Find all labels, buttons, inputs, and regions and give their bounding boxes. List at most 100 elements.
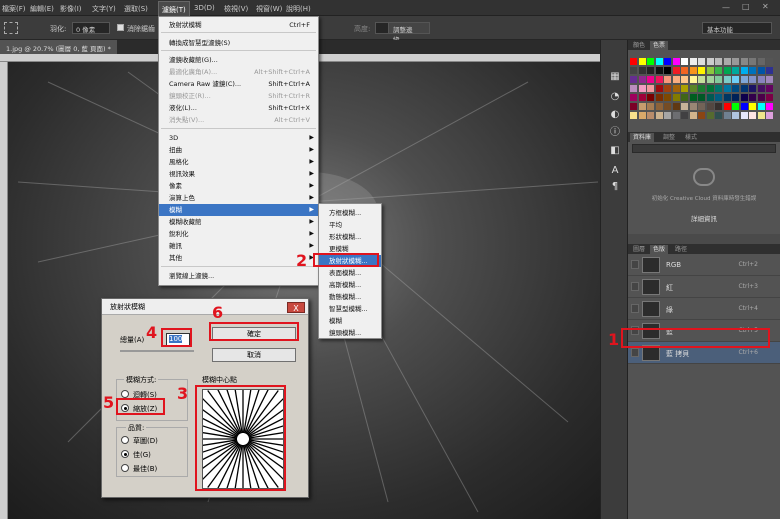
color-swatch[interactable] xyxy=(749,103,756,110)
channel-row[interactable]: RGB Ctrl+2 xyxy=(628,254,780,276)
color-swatch[interactable] xyxy=(672,112,680,119)
color-swatch[interactable] xyxy=(732,103,739,110)
color-swatch[interactable] xyxy=(732,58,739,65)
color-swatch[interactable] xyxy=(672,94,680,101)
radio-spin[interactable] xyxy=(121,390,129,398)
color-swatch[interactable] xyxy=(757,85,765,92)
filter-menu-item[interactable]: 3D ▶ xyxy=(159,132,318,144)
color-swatch[interactable] xyxy=(664,94,671,101)
color-swatch[interactable] xyxy=(749,67,756,74)
navigator-icon[interactable]: ◔ xyxy=(607,90,623,104)
color-swatch[interactable] xyxy=(766,103,773,110)
color-swatch[interactable] xyxy=(732,85,739,92)
color-swatch[interactable] xyxy=(689,76,697,83)
menu-file[interactable]: 檔案(F) xyxy=(2,4,26,14)
color-swatch[interactable] xyxy=(638,103,646,110)
menu-select[interactable]: 選取(S) xyxy=(124,4,148,14)
color-swatch[interactable] xyxy=(740,76,748,83)
color-swatch[interactable] xyxy=(681,112,688,119)
cc-more-info-link[interactable]: 詳細資訊 xyxy=(628,213,780,223)
color-swatch[interactable] xyxy=(706,76,714,83)
color-swatch[interactable] xyxy=(638,76,646,83)
color-swatch[interactable] xyxy=(715,76,722,83)
color-swatch[interactable] xyxy=(672,67,680,74)
tab-channels[interactable]: 色版 xyxy=(650,245,669,254)
color-swatch[interactable] xyxy=(749,94,756,101)
filter-menu-item[interactable]: 瀏覽線上濾鏡... xyxy=(159,270,318,282)
color-swatch[interactable] xyxy=(732,94,739,101)
color-swatch[interactable] xyxy=(698,85,705,92)
history-icon[interactable]: ▦ xyxy=(607,70,623,84)
color-swatch[interactable] xyxy=(749,76,756,83)
color-swatch[interactable] xyxy=(715,112,722,119)
menu-window[interactable]: 視窗(W) xyxy=(256,4,282,14)
filter-menu-item[interactable]: 濾鏡收藏館(G)... xyxy=(159,54,318,66)
color-swatch[interactable] xyxy=(766,85,773,92)
color-swatch[interactable] xyxy=(647,85,654,92)
blur-submenu-item[interactable]: 智慧型模糊... xyxy=(319,303,381,315)
color-swatch[interactable] xyxy=(715,85,722,92)
color-swatch[interactable] xyxy=(630,85,637,92)
tab-color[interactable]: 顏色 xyxy=(630,41,648,50)
filter-menu-item[interactable]: 其他 ▶ xyxy=(159,252,318,264)
color-swatch[interactable] xyxy=(655,112,663,119)
blur-submenu-item[interactable]: 模糊 xyxy=(319,315,381,327)
color-swatch[interactable] xyxy=(647,58,654,65)
color-swatch[interactable] xyxy=(715,58,722,65)
color-swatch[interactable] xyxy=(740,58,748,65)
color-swatch[interactable] xyxy=(766,94,773,101)
color-swatch[interactable] xyxy=(698,76,705,83)
color-swatch[interactable] xyxy=(664,85,671,92)
color-swatch[interactable] xyxy=(757,67,765,74)
character-icon[interactable]: A xyxy=(607,164,623,178)
color-swatch[interactable] xyxy=(723,103,731,110)
channel-row[interactable]: 紅 Ctrl+3 xyxy=(628,276,780,298)
filter-menu-item[interactable]: 消失點(V)... Alt+Ctrl+V xyxy=(159,114,318,126)
blur-submenu-item[interactable]: 高斯模糊... xyxy=(319,279,381,291)
color-swatch[interactable] xyxy=(647,103,654,110)
color-swatch[interactable] xyxy=(630,103,637,110)
color-swatch[interactable] xyxy=(706,58,714,65)
color-swatch[interactable] xyxy=(723,67,731,74)
menu-help[interactable]: 說明(H) xyxy=(286,4,311,14)
color-swatch[interactable] xyxy=(706,103,714,110)
properties-icon[interactable]: ◐ xyxy=(607,108,623,122)
color-swatch[interactable] xyxy=(655,94,663,101)
color-swatch[interactable] xyxy=(672,76,680,83)
color-swatch[interactable] xyxy=(757,58,765,65)
color-swatch[interactable] xyxy=(732,67,739,74)
color-swatch[interactable] xyxy=(732,112,739,119)
color-swatch[interactable] xyxy=(706,85,714,92)
filter-menu-item[interactable]: 最適化廣角(A)... Alt+Shift+Ctrl+A xyxy=(159,66,318,78)
color-swatch[interactable] xyxy=(740,85,748,92)
channel-row[interactable]: 綠 Ctrl+4 xyxy=(628,298,780,320)
tab-swatches[interactable]: 色票 xyxy=(650,41,669,50)
color-swatch[interactable] xyxy=(706,67,714,74)
color-swatch[interactable] xyxy=(689,85,697,92)
color-swatch[interactable] xyxy=(766,112,773,119)
filter-menu-item[interactable]: Camera Raw 濾鏡(C)... Shift+Ctrl+A xyxy=(159,78,318,90)
filter-menu-item[interactable]: 放射狀模糊 Ctrl+F xyxy=(159,19,318,31)
filter-menu-item[interactable]: 轉換成智慧型濾鏡(S) xyxy=(159,37,318,49)
paragraph-icon[interactable]: ¶ xyxy=(607,180,623,194)
color-swatch[interactable] xyxy=(681,94,688,101)
color-swatch[interactable] xyxy=(689,112,697,119)
color-swatch[interactable] xyxy=(706,94,714,101)
amount-slider[interactable] xyxy=(120,350,194,352)
color-swatch[interactable] xyxy=(723,94,731,101)
color-swatch[interactable] xyxy=(681,76,688,83)
tab-styles[interactable]: 樣式 xyxy=(682,133,700,142)
marquee-tool-icon[interactable] xyxy=(4,22,18,34)
color-swatch[interactable] xyxy=(647,76,654,83)
visibility-toggle[interactable] xyxy=(631,348,639,357)
color-swatch[interactable] xyxy=(630,94,637,101)
blur-submenu-item[interactable]: 方框模糊... xyxy=(319,207,381,219)
color-swatch[interactable] xyxy=(638,58,646,65)
color-swatch[interactable] xyxy=(689,67,697,74)
color-swatch[interactable] xyxy=(655,85,663,92)
color-swatch[interactable] xyxy=(698,103,705,110)
color-swatch[interactable] xyxy=(715,67,722,74)
color-swatch[interactable] xyxy=(689,94,697,101)
color-swatch[interactable] xyxy=(715,103,722,110)
color-swatch[interactable] xyxy=(698,67,705,74)
